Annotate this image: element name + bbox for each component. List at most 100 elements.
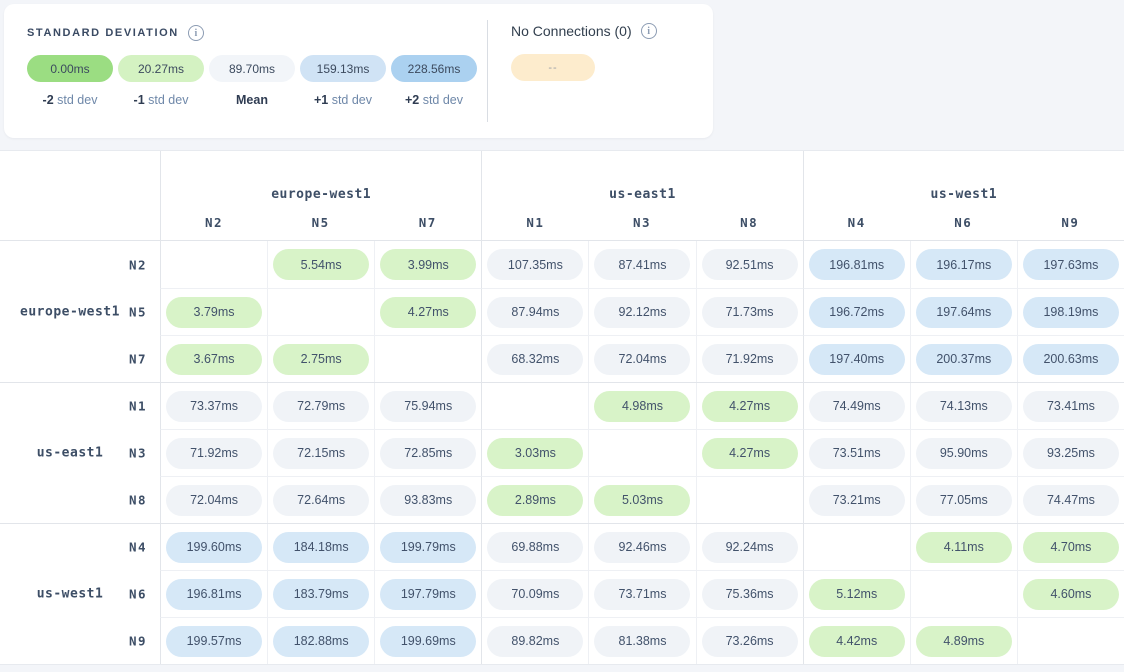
latency-cell: 87.41ms	[588, 241, 695, 288]
latency-pill[interactable]: 199.60ms	[166, 532, 262, 563]
latency-pill[interactable]: 4.27ms	[702, 438, 798, 469]
latency-pill[interactable]: 2.89ms	[487, 485, 583, 516]
latency-pill[interactable]: 92.24ms	[702, 532, 798, 563]
latency-cell: 71.92ms	[696, 335, 803, 382]
latency-pill[interactable]: 196.72ms	[809, 297, 905, 328]
latency-cell: 4.89ms	[910, 617, 1017, 664]
latency-pill[interactable]: 4.11ms	[916, 532, 1012, 563]
latency-pill[interactable]: 199.69ms	[380, 626, 476, 657]
latency-pill[interactable]: 92.12ms	[594, 297, 690, 328]
latency-pill[interactable]: 4.27ms	[380, 297, 476, 328]
latency-pill[interactable]: 71.92ms	[166, 438, 262, 469]
legend-pill: 228.56ms	[391, 55, 477, 82]
latency-pill[interactable]: 73.51ms	[809, 438, 905, 469]
latency-pill[interactable]: 70.09ms	[487, 579, 583, 610]
latency-pill[interactable]: 4.27ms	[702, 391, 798, 422]
latency-cell	[374, 335, 481, 382]
latency-pill[interactable]: 87.94ms	[487, 297, 583, 328]
latency-pill[interactable]: 200.63ms	[1023, 344, 1119, 375]
latency-pill[interactable]: 72.79ms	[273, 391, 369, 422]
latency-pill[interactable]: 4.42ms	[809, 626, 905, 657]
latency-cell: 184.18ms	[267, 524, 374, 570]
info-icon[interactable]: i	[188, 25, 204, 41]
row-header: us-west1N6	[0, 570, 160, 617]
latency-pill[interactable]: 92.51ms	[702, 249, 798, 280]
latency-pill[interactable]: 197.64ms	[916, 297, 1012, 328]
latency-pill[interactable]: 81.38ms	[594, 626, 690, 657]
latency-pill[interactable]: 199.57ms	[166, 626, 262, 657]
latency-cell: 73.26ms	[696, 617, 803, 664]
latency-pill[interactable]: 3.79ms	[166, 297, 262, 328]
latency-cell: 89.82ms	[481, 617, 588, 664]
latency-pill[interactable]: 74.13ms	[916, 391, 1012, 422]
latency-pill[interactable]: 3.03ms	[487, 438, 583, 469]
latency-pill[interactable]: 73.21ms	[809, 485, 905, 516]
latency-pill[interactable]: 5.03ms	[594, 485, 690, 516]
latency-pill[interactable]: 5.54ms	[273, 249, 369, 280]
latency-pill[interactable]: 87.41ms	[594, 249, 690, 280]
latency-pill[interactable]: 196.81ms	[166, 579, 262, 610]
latency-pill[interactable]: 4.89ms	[916, 626, 1012, 657]
latency-pill[interactable]: 4.98ms	[594, 391, 690, 422]
latency-pill[interactable]: 89.82ms	[487, 626, 583, 657]
latency-pill[interactable]: 75.94ms	[380, 391, 476, 422]
legend-item-label: -1 std dev	[134, 93, 189, 107]
row-region-label: us-west1	[12, 586, 128, 601]
latency-pill[interactable]: 77.05ms	[916, 485, 1012, 516]
column-region-label: us-east1	[481, 151, 802, 205]
latency-pill[interactable]: 73.41ms	[1023, 391, 1119, 422]
latency-pill[interactable]: 197.63ms	[1023, 249, 1119, 280]
latency-pill[interactable]: 198.19ms	[1023, 297, 1119, 328]
latency-pill[interactable]: 4.60ms	[1023, 579, 1119, 610]
latency-pill[interactable]: 71.73ms	[702, 297, 798, 328]
latency-pill[interactable]: 73.37ms	[166, 391, 262, 422]
row-node-label: N1	[129, 399, 147, 414]
legend-label-prefix: -2	[43, 93, 54, 107]
latency-pill[interactable]: 93.25ms	[1023, 438, 1119, 469]
latency-pill[interactable]: 196.81ms	[809, 249, 905, 280]
latency-pill[interactable]: 92.46ms	[594, 532, 690, 563]
latency-pill[interactable]: 71.92ms	[702, 344, 798, 375]
latency-pill[interactable]: 184.18ms	[273, 532, 369, 563]
latency-pill[interactable]: 74.49ms	[809, 391, 905, 422]
latency-pill[interactable]: 72.04ms	[166, 485, 262, 516]
latency-pill[interactable]: 5.12ms	[809, 579, 905, 610]
latency-pill[interactable]: 196.17ms	[916, 249, 1012, 280]
no-connections-legend: No Connections (0) i --	[511, 4, 657, 81]
latency-cell: 74.47ms	[1017, 476, 1124, 523]
latency-pill[interactable]: 74.47ms	[1023, 485, 1119, 516]
latency-cell: 4.42ms	[803, 617, 910, 664]
latency-pill[interactable]: 72.85ms	[380, 438, 476, 469]
latency-pill[interactable]: 95.90ms	[916, 438, 1012, 469]
latency-pill[interactable]: 3.99ms	[380, 249, 476, 280]
latency-cell: 5.54ms	[267, 241, 374, 288]
latency-pill[interactable]: 69.88ms	[487, 532, 583, 563]
latency-pill[interactable]: 183.79ms	[273, 579, 369, 610]
latency-pill[interactable]: 72.64ms	[273, 485, 369, 516]
latency-cell: 2.75ms	[267, 335, 374, 382]
latency-pill[interactable]: 4.70ms	[1023, 532, 1119, 563]
latency-pill[interactable]: 200.37ms	[916, 344, 1012, 375]
latency-pill[interactable]: 93.83ms	[380, 485, 476, 516]
latency-cell: 199.57ms	[160, 617, 267, 664]
latency-cell: 77.05ms	[910, 476, 1017, 523]
latency-pill[interactable]: 68.32ms	[487, 344, 583, 375]
info-icon[interactable]: i	[641, 23, 657, 39]
latency-pill[interactable]: 2.75ms	[273, 344, 369, 375]
latency-cell: 199.69ms	[374, 617, 481, 664]
latency-pill[interactable]: 72.04ms	[594, 344, 690, 375]
latency-pill[interactable]: 107.35ms	[487, 249, 583, 280]
latency-pill[interactable]: 197.79ms	[380, 579, 476, 610]
latency-pill[interactable]: 199.79ms	[380, 532, 476, 563]
column-node-label: N4	[803, 205, 910, 240]
latency-cell	[160, 241, 267, 288]
legend-item-label: -2 std dev	[43, 93, 98, 107]
latency-pill[interactable]: 75.36ms	[702, 579, 798, 610]
column-node-label: N5	[267, 205, 374, 240]
latency-pill[interactable]: 73.71ms	[594, 579, 690, 610]
latency-pill[interactable]: 197.40ms	[809, 344, 905, 375]
latency-pill[interactable]: 3.67ms	[166, 344, 262, 375]
latency-pill[interactable]: 73.26ms	[702, 626, 798, 657]
latency-pill[interactable]: 182.88ms	[273, 626, 369, 657]
latency-pill[interactable]: 72.15ms	[273, 438, 369, 469]
